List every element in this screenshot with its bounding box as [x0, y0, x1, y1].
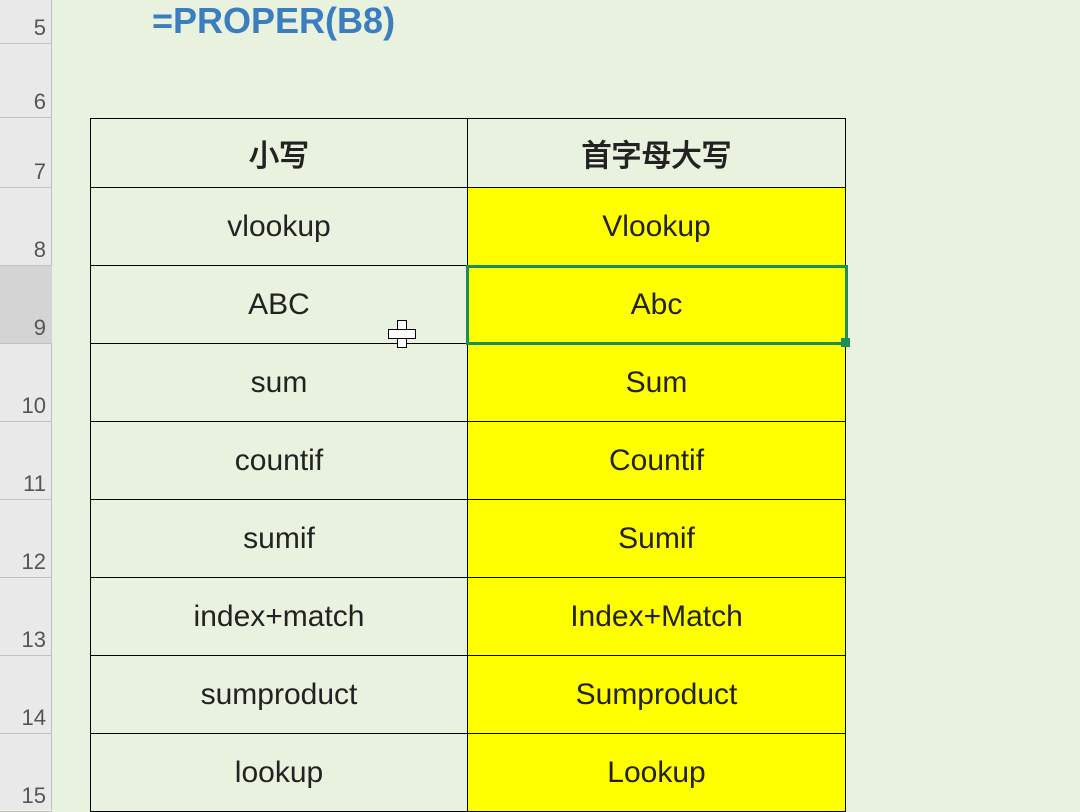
row-header-10[interactable]: 10 [0, 344, 52, 422]
cell-c9[interactable]: Abc [468, 266, 846, 344]
cell-c12[interactable]: Sumif [468, 500, 846, 578]
cell-b13[interactable]: index+match [90, 578, 468, 656]
table-row: sum Sum [90, 344, 846, 422]
header-lowercase[interactable]: 小写 [90, 118, 468, 188]
row-header-11[interactable]: 11 [0, 422, 52, 500]
cell-c13[interactable]: Index+Match [468, 578, 846, 656]
table-row: index+match Index+Match [90, 578, 846, 656]
cell-c15[interactable]: Lookup [468, 734, 846, 812]
cell-c10[interactable]: Sum [468, 344, 846, 422]
row-header-13[interactable]: 13 [0, 578, 52, 656]
row-header-6[interactable]: 6 [0, 44, 52, 118]
header-propercase[interactable]: 首字母大写 [468, 118, 846, 188]
table-row: sumproduct Sumproduct [90, 656, 846, 734]
row-header-15[interactable]: 15 [0, 734, 52, 812]
row-headers: 5 6 7 8 9 10 11 12 13 14 15 [0, 0, 52, 810]
table-row: lookup Lookup [90, 734, 846, 812]
table-row: ABC Abc [90, 266, 846, 344]
row-header-7[interactable]: 7 [0, 118, 52, 188]
cell-b15[interactable]: lookup [90, 734, 468, 812]
table-row: sumif Sumif [90, 500, 846, 578]
row-header-5[interactable]: 5 [0, 0, 52, 44]
table-header-row: 小写 首字母大写 [90, 118, 846, 188]
cell-c8[interactable]: Vlookup [468, 188, 846, 266]
cell-b9[interactable]: ABC [90, 266, 468, 344]
data-table: 小写 首字母大写 vlookup Vlookup ABC Abc sum Sum… [90, 118, 846, 812]
cell-b10[interactable]: sum [90, 344, 468, 422]
formula-display: =PROPER(B8) [152, 0, 395, 42]
cell-b12[interactable]: sumif [90, 500, 468, 578]
row-header-12[interactable]: 12 [0, 500, 52, 578]
row-header-14[interactable]: 14 [0, 656, 52, 734]
table-row: countif Countif [90, 422, 846, 500]
cell-c11[interactable]: Countif [468, 422, 846, 500]
table-row: vlookup Vlookup [90, 188, 846, 266]
cell-b14[interactable]: sumproduct [90, 656, 468, 734]
row-header-8[interactable]: 8 [0, 188, 52, 266]
cell-b8[interactable]: vlookup [90, 188, 468, 266]
cell-b11[interactable]: countif [90, 422, 468, 500]
row-header-9[interactable]: 9 [0, 266, 52, 344]
cell-c14[interactable]: Sumproduct [468, 656, 846, 734]
